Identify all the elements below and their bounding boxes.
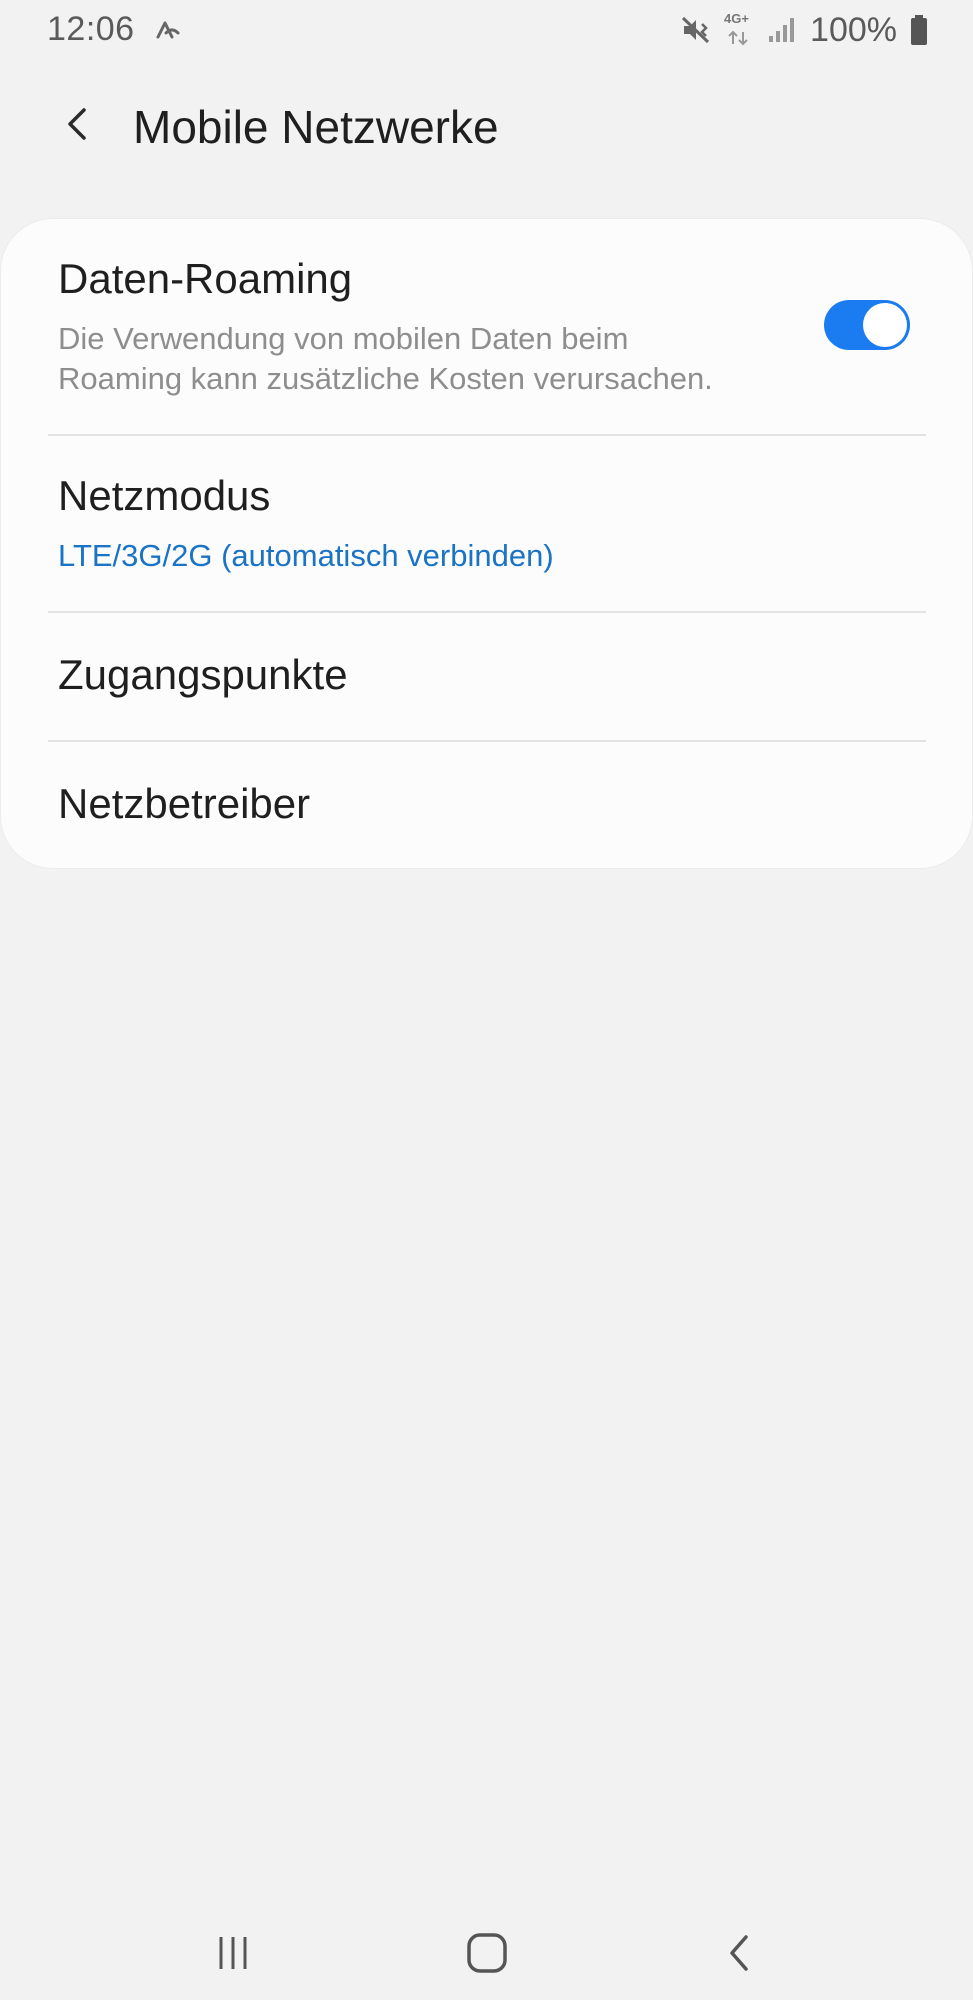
setting-description: Die Verwendung von mobilen Daten beim bbox=[58, 321, 629, 356]
recent-apps-icon bbox=[219, 1937, 247, 1969]
setting-item-network-operators[interactable]: Netzbetreiber bbox=[1, 742, 972, 868]
signal-nfc-icon bbox=[152, 15, 182, 45]
status-bar: 12:06 4G+ 100% bbox=[0, 0, 973, 60]
battery-percentage: 100% bbox=[810, 10, 897, 49]
battery-icon bbox=[911, 15, 927, 45]
recent-apps-button[interactable] bbox=[198, 1918, 268, 1988]
navigation-bar bbox=[0, 1900, 973, 2000]
setting-title: Netzmodus bbox=[58, 472, 271, 519]
network-4g-icon: 4G+ bbox=[724, 11, 754, 47]
back-icon bbox=[730, 1935, 748, 1971]
setting-title: Zugangspunkte bbox=[58, 651, 348, 698]
setting-title: Netzbetreiber bbox=[58, 780, 311, 827]
data-roaming-toggle[interactable] bbox=[824, 300, 910, 350]
chevron-left-icon bbox=[68, 108, 86, 140]
back-button[interactable] bbox=[50, 96, 106, 152]
page-title: Mobile Netzwerke bbox=[133, 101, 499, 153]
nav-back-button[interactable] bbox=[705, 1918, 775, 1988]
status-icons: 4G+ 100% bbox=[680, 10, 929, 50]
settings-card: Daten-Roaming Die Verwendung von mobilen… bbox=[1, 219, 972, 868]
home-icon bbox=[467, 1933, 507, 1973]
app-header: Mobile Netzwerke bbox=[0, 90, 973, 160]
status-time: 12:06 bbox=[47, 10, 135, 48]
setting-title: Daten-Roaming bbox=[58, 255, 353, 302]
setting-item-access-points[interactable]: Zugangspunkte bbox=[1, 613, 972, 740]
setting-item-network-mode[interactable]: Netzmodus LTE/3G/2G (automatisch verbind… bbox=[1, 436, 972, 611]
mute-vibrate-icon bbox=[681, 16, 710, 44]
setting-description: Roaming kann zusätzliche Kosten verursac… bbox=[58, 361, 713, 396]
toggle-knob bbox=[863, 303, 907, 347]
signal-strength-icon bbox=[769, 18, 795, 42]
home-button[interactable] bbox=[452, 1918, 522, 1988]
setting-item-data-roaming[interactable]: Daten-Roaming Die Verwendung von mobilen… bbox=[1, 219, 972, 435]
setting-value: LTE/3G/2G (automatisch verbinden) bbox=[58, 538, 554, 573]
